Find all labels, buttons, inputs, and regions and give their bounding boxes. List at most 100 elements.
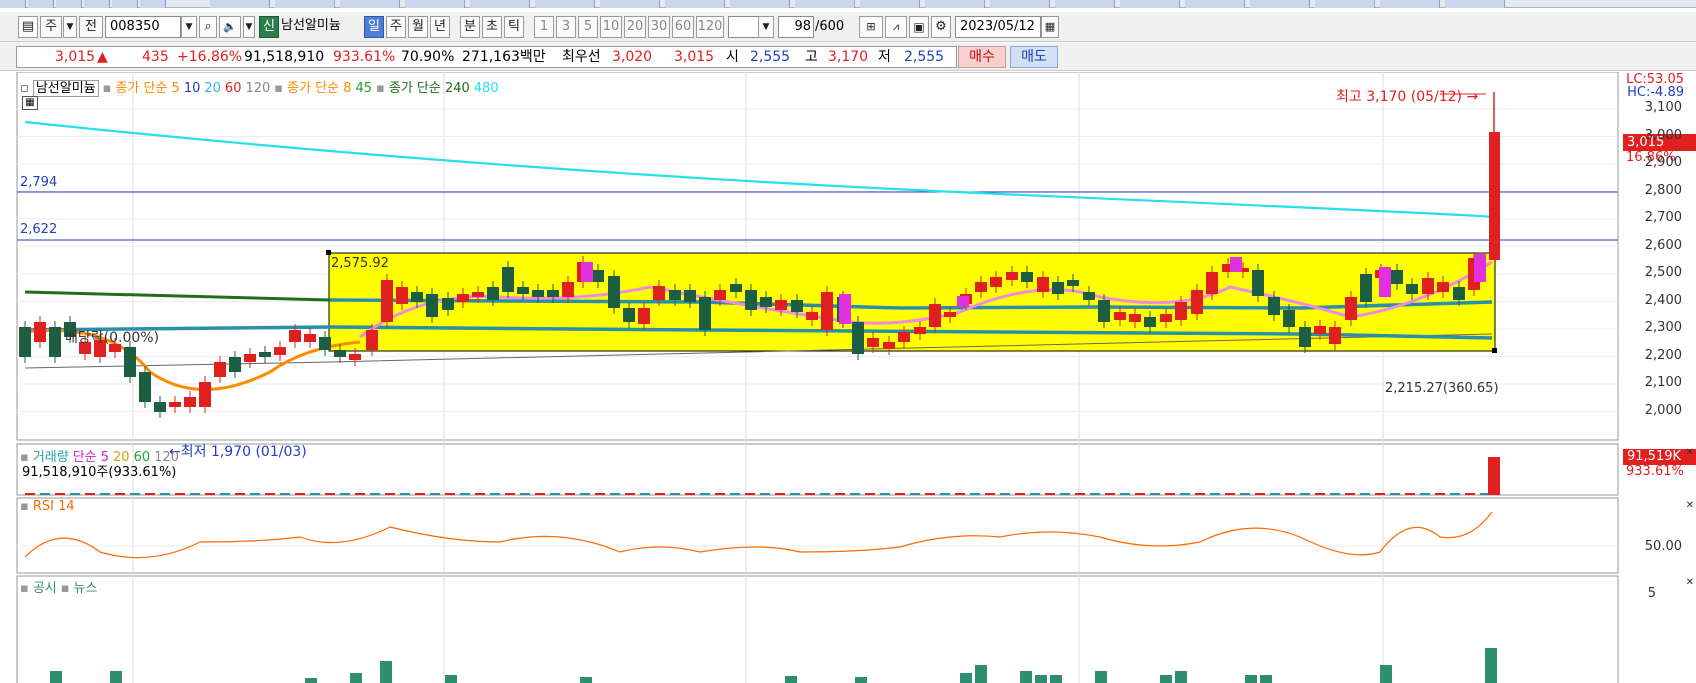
period-week[interactable]: 주	[386, 16, 406, 38]
count-input[interactable]: 98	[778, 16, 814, 38]
volume-bar	[1375, 493, 1385, 495]
minute-30[interactable]: 30	[648, 16, 670, 38]
news-bar	[350, 673, 362, 683]
tab[interactable]	[1445, 0, 1505, 8]
close-icon[interactable]: ✕	[1686, 447, 1694, 458]
minute-3[interactable]: 3	[556, 16, 576, 38]
close-icon[interactable]: ✕	[1686, 500, 1694, 511]
code-dropdown-icon[interactable]: ▼	[181, 16, 197, 38]
volume-bar	[160, 493, 170, 495]
tab[interactable]	[860, 0, 920, 8]
legend-disclosure[interactable]: 공시	[33, 581, 57, 596]
volume-bar	[280, 493, 290, 495]
y-tick: 3,000	[1644, 128, 1682, 143]
minute-120[interactable]: 120	[696, 16, 724, 38]
legend-ma60[interactable]: 60	[225, 81, 242, 96]
stock-code-input[interactable]: 008350	[105, 16, 181, 38]
volume-bar	[190, 493, 200, 495]
tab[interactable]	[28, 0, 54, 8]
volume-bar	[745, 493, 755, 495]
legend-ma5[interactable]: 종가 단순 5	[115, 81, 179, 96]
volume-bar	[1195, 493, 1205, 495]
tab[interactable]	[1250, 0, 1310, 8]
volume-bar	[1390, 493, 1400, 495]
highlight-candle	[581, 262, 593, 282]
tab[interactable]	[210, 0, 270, 8]
tab[interactable]	[1120, 0, 1180, 8]
candle-body	[1191, 290, 1203, 314]
buy-button[interactable]: 매수	[958, 46, 1006, 68]
minute-60[interactable]: 60	[672, 16, 694, 38]
legend-marker-icon: ▫	[20, 81, 29, 96]
tab[interactable]	[665, 0, 725, 8]
close-icon[interactable]: ✕	[1686, 577, 1694, 588]
tab[interactable]	[535, 0, 595, 8]
tab[interactable]	[405, 0, 465, 8]
all-toggle[interactable]: 전	[79, 16, 103, 38]
calendar-icon[interactable]: ▦	[1041, 16, 1059, 38]
speaker-icon[interactable]: 🔈	[219, 16, 241, 38]
tab[interactable]	[0, 0, 26, 8]
tab[interactable]	[600, 0, 660, 8]
tab[interactable]	[1055, 0, 1115, 8]
sell-button[interactable]: 매도	[1010, 46, 1058, 68]
tab[interactable]	[795, 0, 855, 8]
legend-ma20[interactable]: 20	[204, 81, 221, 96]
custom-period-dropdown-icon[interactable]: ▼	[758, 16, 774, 38]
candle-body	[442, 298, 454, 310]
candle-body	[1422, 278, 1434, 294]
tab[interactable]	[56, 0, 82, 8]
week-toggle[interactable]: 주	[40, 16, 62, 38]
tab[interactable]	[84, 0, 110, 8]
tab[interactable]	[1380, 0, 1440, 8]
period-second[interactable]: 초	[482, 16, 502, 38]
grid-table-icon[interactable]: ▦	[22, 96, 38, 110]
tab[interactable]	[990, 0, 1050, 8]
tab[interactable]	[730, 0, 790, 8]
y-tick: 2,900	[1644, 155, 1682, 170]
tab[interactable]	[470, 0, 530, 8]
legend-ma240[interactable]: 종가 단순 240	[389, 81, 470, 96]
legend-ma45[interactable]: 45	[356, 81, 373, 96]
tab[interactable]	[275, 0, 335, 8]
chart-area[interactable]: ▫ 남선알미늄 ▪ 종가 단순 5 10 20 60 120 ▪ 종가 단순 8 45 ▪ 종가 단순 …	[0, 71, 1696, 683]
candle-type-icon[interactable]: ⊞	[859, 16, 883, 38]
legend-ma8[interactable]: 종가 단순 8	[287, 81, 351, 96]
legend-ma10[interactable]: 10	[184, 81, 201, 96]
legend-news[interactable]: 뉴스	[74, 581, 98, 596]
period-tick[interactable]: 틱	[504, 16, 524, 38]
tab[interactable]	[1185, 0, 1245, 8]
legend-ma120[interactable]: 120	[245, 81, 270, 96]
tab[interactable]	[1315, 0, 1375, 8]
candle-body	[349, 354, 361, 360]
volume-bar	[865, 493, 875, 495]
period-year[interactable]: 년	[430, 16, 450, 38]
price-chart-canvas[interactable]	[0, 71, 1696, 683]
tab[interactable]	[925, 0, 985, 8]
search-icon[interactable]: ⌕	[199, 16, 217, 38]
line-type-icon[interactable]: ⩘	[885, 16, 907, 38]
candle-body	[244, 354, 256, 362]
news-bar	[1380, 665, 1392, 683]
date-input[interactable]: 2023/05/12	[955, 16, 1041, 38]
period-day[interactable]: 일	[364, 16, 384, 38]
minute-1[interactable]: 1	[534, 16, 554, 38]
minute-20[interactable]: 20	[624, 16, 646, 38]
speaker-dropdown-icon[interactable]: ▼	[243, 16, 255, 38]
box-handle	[1492, 348, 1497, 353]
minute-10[interactable]: 10	[600, 16, 622, 38]
gear-icon[interactable]: ⚙	[931, 16, 951, 38]
save-icon[interactable]: ▣	[909, 16, 929, 38]
open-label: 시	[726, 49, 739, 65]
period-month[interactable]: 월	[408, 16, 428, 38]
dropdown-arrow-icon[interactable]: ▼	[63, 16, 77, 38]
legend-ma480[interactable]: 480	[474, 81, 499, 96]
layout-icon[interactable]: ▤	[18, 16, 38, 38]
tab[interactable]	[140, 0, 166, 8]
candle-body	[669, 290, 681, 300]
minute-5[interactable]: 5	[578, 16, 598, 38]
tab[interactable]	[340, 0, 400, 8]
tab[interactable]	[112, 0, 138, 8]
legend-rsi[interactable]: RSI 14	[33, 499, 75, 514]
period-minute[interactable]: 분	[460, 16, 480, 38]
